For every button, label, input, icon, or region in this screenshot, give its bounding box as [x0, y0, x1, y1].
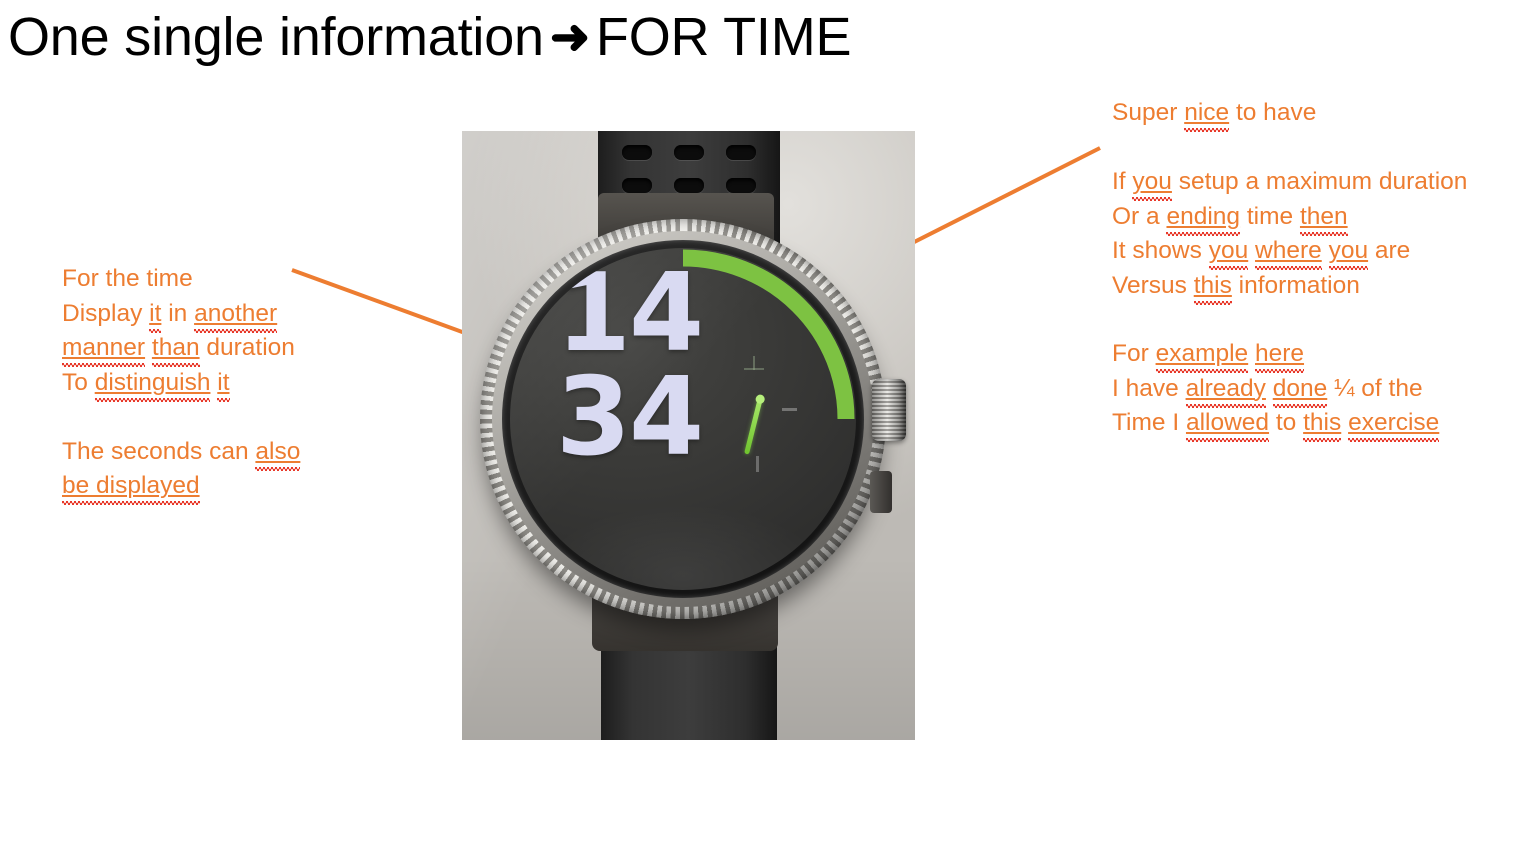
page-title-before: One single information [8, 7, 544, 67]
spellcheck-word: also [255, 437, 301, 465]
annotation-text: Super [1112, 99, 1185, 126]
watch-photo: 14 34 [462, 131, 915, 740]
annotation-line: To distinguish it [62, 366, 300, 401]
face-tick-right [782, 408, 797, 411]
spellcheck-word: it [149, 299, 162, 327]
annotation-text: Time I [1112, 409, 1186, 436]
annotation-line: be displayed [62, 469, 300, 504]
spellcheck-word: done [1272, 374, 1328, 402]
right-arrow-icon: ➜ [549, 11, 590, 64]
strap-vent [725, 145, 756, 160]
spellcheck-word: exercise [1348, 409, 1440, 436]
annotation-text: If [1112, 168, 1133, 195]
spellcheck-word: this [1193, 271, 1232, 299]
annotation-text [145, 334, 152, 361]
spellcheck-word: you [1328, 237, 1369, 264]
annotation-line: For the time [62, 262, 300, 297]
strap-vent [673, 145, 704, 160]
spellcheck-word: example [1155, 340, 1249, 367]
annotation-line: Super nice to have [1112, 96, 1467, 131]
annotation-line: manner than duration [62, 331, 300, 366]
spellcheck-word: you [1208, 237, 1249, 264]
spellcheck-word: already [1185, 374, 1266, 402]
spellcheck-word: distinguish [94, 368, 211, 396]
spellcheck-word: ending [1166, 202, 1241, 230]
annotation-text: time [1240, 202, 1300, 230]
watch-case: 14 34 [480, 193, 906, 651]
annotation-line: Display it in another [62, 297, 300, 332]
page-title: One single information ➜ FOR TIME [8, 4, 852, 73]
annotation-line: If you setup a maximum duration [1112, 165, 1467, 200]
annotation-text: For the time [62, 265, 193, 292]
annotation-left: For the time Display it in another manner … [62, 262, 300, 504]
annotation-line: The seconds can also [62, 435, 300, 470]
annotation-text: in [161, 299, 195, 327]
strap-vent [673, 178, 704, 193]
spellcheck-word: allowed [1185, 409, 1270, 436]
annotation-text: to [1269, 409, 1304, 436]
annotation-text: Or a [1112, 202, 1167, 230]
spellcheck-word: another [194, 299, 278, 327]
annotation-text [1266, 375, 1273, 402]
annotation-text: ¼ of the [1327, 374, 1423, 402]
annotation-text: To [62, 368, 95, 396]
spellcheck-word: nice [1184, 99, 1230, 126]
annotation-line: Time I allowed to this exercise [1112, 406, 1439, 441]
strap-vent [621, 178, 652, 193]
annotation-text: duration [199, 334, 295, 361]
spellcheck-word: here [1254, 340, 1305, 367]
annotation-text: It shows [1112, 237, 1209, 264]
spellcheck-word: manner [62, 334, 146, 361]
annotation-line: Or a ending time then [1112, 200, 1467, 235]
strap-vent [725, 178, 756, 193]
annotation-right-bottom: For example here I have already done ¼ of… [1112, 337, 1439, 441]
annotation-line: Versus this information [1112, 269, 1467, 304]
annotation-text: to have [1229, 99, 1317, 126]
spellcheck-word: than [151, 334, 200, 361]
spellcheck-word: this [1303, 409, 1342, 436]
annotation-line [62, 400, 300, 435]
spellcheck-word: it [217, 368, 230, 396]
annotation-line: I have already done ¼ of the [1112, 372, 1439, 407]
left-callout-line [291, 268, 466, 335]
annotation-right-top: Super nice to have If you setup a maximu… [1112, 96, 1467, 303]
face-tick-top-bar [744, 368, 764, 370]
annotation-text: Versus [1112, 271, 1194, 299]
spellcheck-word: where [1255, 237, 1322, 264]
annotation-text: setup a maximum duration [1171, 168, 1468, 195]
annotation-text: Display [62, 299, 150, 327]
annotation-text: information [1231, 271, 1360, 299]
annotation-text: The seconds can [62, 437, 256, 465]
page-title-after: FOR TIME [595, 7, 852, 67]
annotation-line: For example here [1112, 337, 1439, 372]
watch-pusher-lower[interactable] [870, 471, 892, 513]
annotation-text [1322, 237, 1329, 264]
spellcheck-word: you [1132, 168, 1172, 195]
watch-crown[interactable] [872, 379, 906, 441]
annotation-text [1248, 237, 1255, 264]
face-tick-bottom [756, 456, 759, 472]
time-hours: 14 [555, 251, 704, 376]
annotation-line: It shows you where you are [1112, 234, 1467, 269]
annotation-text: are [1368, 237, 1411, 264]
time-readout: 14 34 [524, 251, 734, 480]
annotation-text: For [1112, 340, 1156, 367]
strap-vent [621, 145, 652, 160]
time-minutes: 34 [555, 355, 704, 480]
watch-face[interactable]: 14 34 [510, 248, 856, 590]
annotation-text [1248, 340, 1255, 367]
spellcheck-word: then [1299, 202, 1348, 230]
annotation-line [1112, 131, 1467, 166]
annotation-text: I have [1112, 374, 1186, 402]
spellcheck-word: be displayed [62, 472, 200, 499]
